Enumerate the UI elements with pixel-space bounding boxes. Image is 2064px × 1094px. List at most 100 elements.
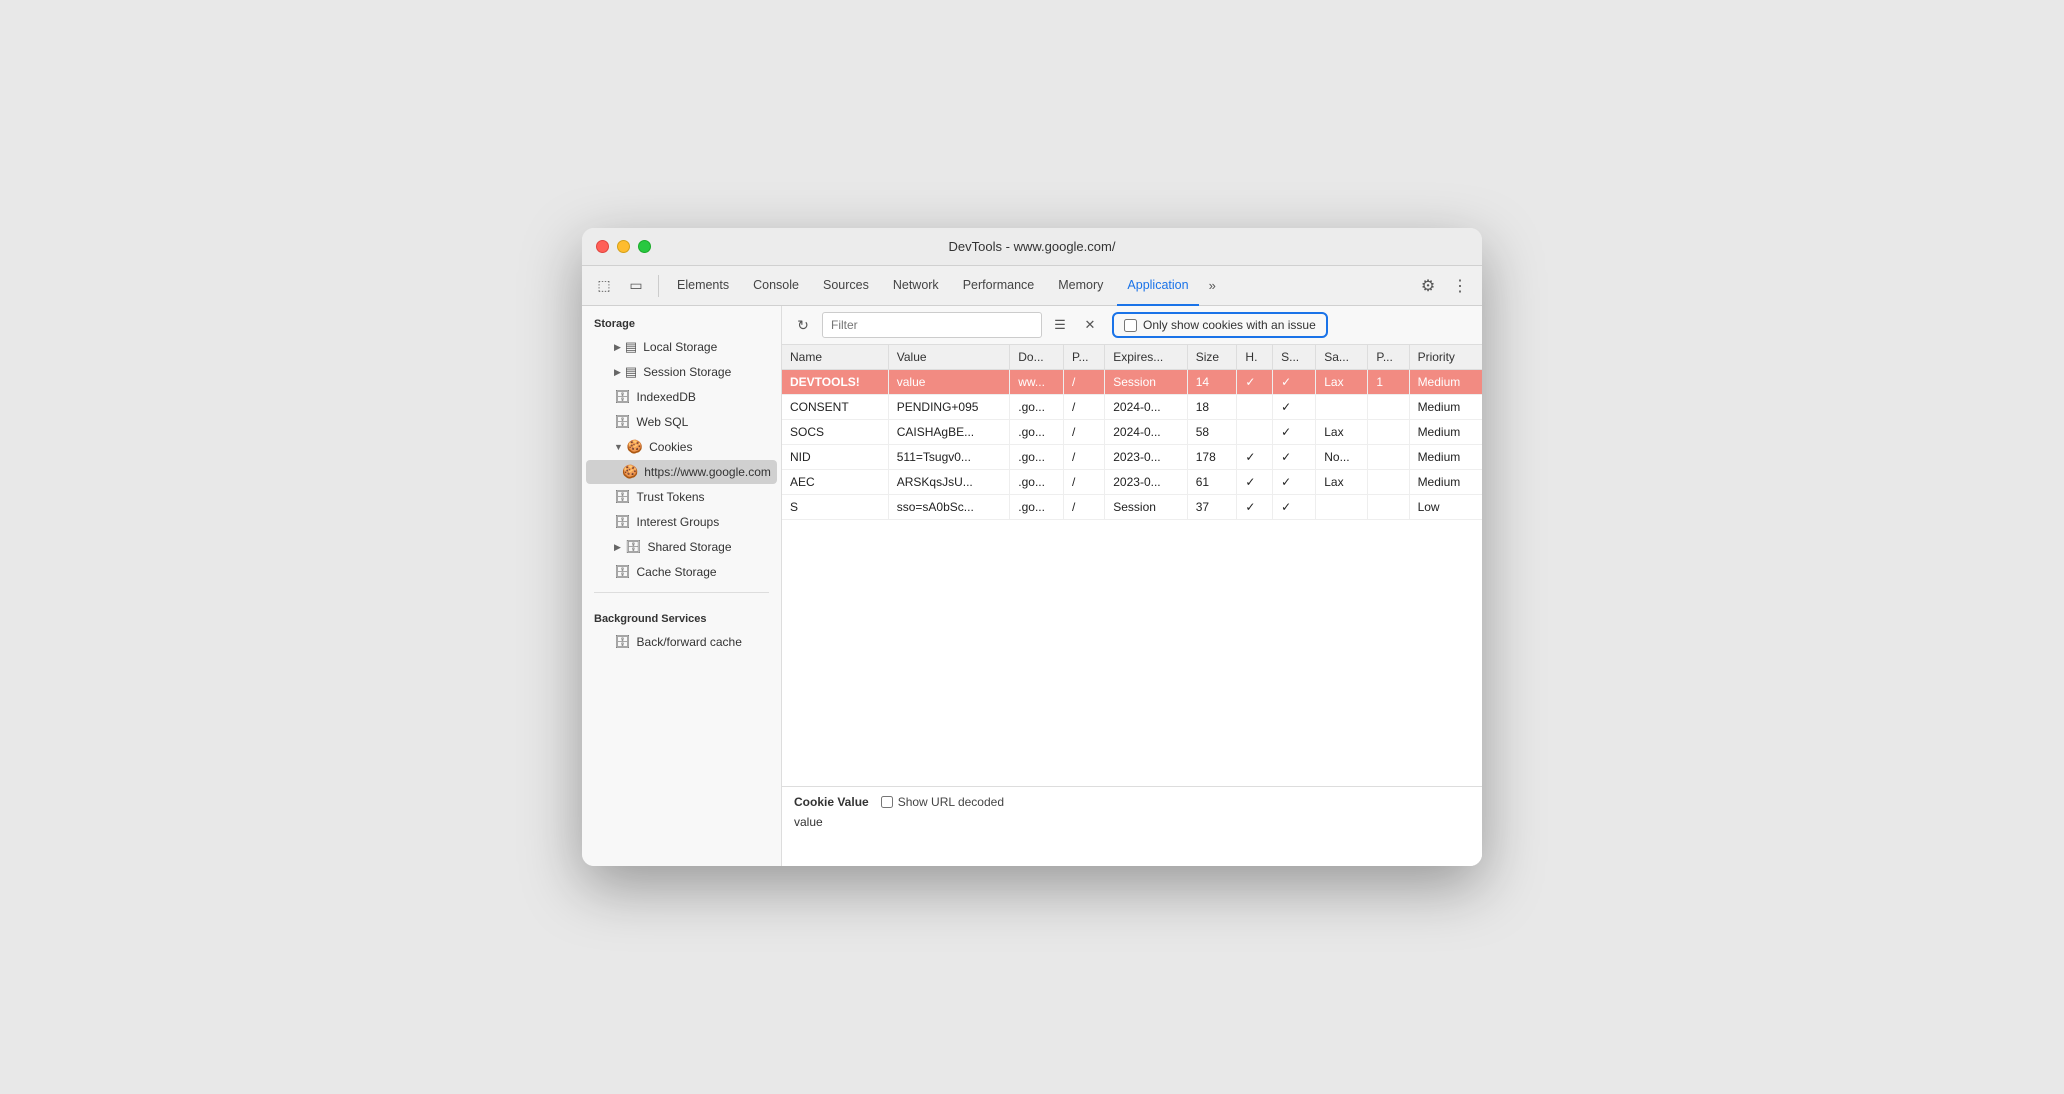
more-options-icon[interactable]: ⋮ — [1446, 272, 1474, 300]
table-row[interactable]: SOCSCAISHAgBE....go.../2024-0...58✓LaxMe… — [782, 420, 1482, 445]
sidebar-item-label: Web SQL — [637, 415, 689, 429]
table-cell: 58 — [1187, 420, 1237, 445]
table-cell — [1368, 420, 1409, 445]
table-cell: ✓ — [1273, 370, 1316, 395]
table-cell: Lax — [1316, 420, 1368, 445]
table-cell — [1316, 395, 1368, 420]
sidebar-item-google-cookies[interactable]: 🍪 https://www.google.com — [586, 460, 777, 484]
maximize-button[interactable] — [638, 240, 651, 253]
table-cell: DEVTOOLS! — [782, 370, 888, 395]
sidebar-item-indexeddb[interactable]: 🗄 IndexedDB — [586, 385, 777, 409]
table-cell: value — [888, 370, 1010, 395]
table-cell: 1 — [1368, 370, 1409, 395]
table-cell — [1316, 495, 1368, 520]
device-toggle-button[interactable]: ▭ — [622, 272, 650, 300]
db-icon: 🗄 — [614, 564, 631, 580]
sidebar-item-cache-storage[interactable]: 🗄 Cache Storage — [586, 560, 777, 584]
show-url-decoded-checkbox[interactable] — [881, 796, 893, 808]
arrow-expanded-icon: ▼ — [614, 442, 623, 452]
table-row[interactable]: Ssso=sA0bSc....go.../Session37✓✓Low — [782, 495, 1482, 520]
filter-input[interactable] — [822, 312, 1042, 338]
toolbar-divider — [658, 275, 659, 297]
col-secure[interactable]: S... — [1273, 345, 1316, 370]
table-cell: / — [1064, 420, 1105, 445]
table-cell: ✓ — [1273, 445, 1316, 470]
sidebar-item-shared-storage[interactable]: ▶ 🗄 Shared Storage — [586, 535, 777, 559]
filter-options-icon[interactable]: ☰ — [1048, 313, 1072, 337]
bg-services-label: Background Services — [582, 601, 781, 629]
table-cell: Lax — [1316, 470, 1368, 495]
table-cell: 178 — [1187, 445, 1237, 470]
tab-network[interactable]: Network — [883, 266, 949, 306]
db-icon: 🗄 — [614, 634, 631, 650]
only-issue-checkbox-input[interactable] — [1124, 319, 1137, 332]
sidebar-item-trust-tokens[interactable]: 🗄 Trust Tokens — [586, 485, 777, 509]
table-row[interactable]: CONSENTPENDING+095.go.../2024-0...18✓Med… — [782, 395, 1482, 420]
cookie-value-row: Cookie Value Show URL decoded — [794, 795, 1470, 809]
sidebar-item-web-sql[interactable]: 🗄 Web SQL — [586, 410, 777, 434]
table-cell: ✓ — [1237, 370, 1273, 395]
clear-filter-icon[interactable]: ✕ — [1078, 313, 1102, 337]
sidebar-item-label: Back/forward cache — [637, 635, 742, 649]
tab-memory[interactable]: Memory — [1048, 266, 1113, 306]
tab-console[interactable]: Console — [743, 266, 809, 306]
tab-application[interactable]: Application — [1117, 266, 1198, 306]
cookies-table: Name Value Do... P... Expires... Size H.… — [782, 345, 1482, 520]
table-cell: ✓ — [1273, 470, 1316, 495]
col-size[interactable]: Size — [1187, 345, 1237, 370]
table-cell: 2024-0... — [1105, 420, 1188, 445]
col-priority[interactable]: Priority — [1409, 345, 1482, 370]
sidebar-item-cookies[interactable]: ▼ 🍪 Cookies — [586, 435, 777, 459]
minimize-button[interactable] — [617, 240, 630, 253]
table-cell: / — [1064, 395, 1105, 420]
cookie-icon: 🍪 — [627, 439, 643, 455]
arrow-icon: ▶ — [614, 542, 621, 553]
table-cell: ✓ — [1237, 445, 1273, 470]
show-url-decoded-label[interactable]: Show URL decoded — [881, 795, 1004, 809]
table-row[interactable]: AECARSKqsJsU....go.../2023-0...61✓✓LaxMe… — [782, 470, 1482, 495]
table-cell: sso=sA0bSc... — [888, 495, 1010, 520]
sidebar-item-session-storage[interactable]: ▶ ▤ Session Storage — [586, 360, 777, 384]
sidebar: Storage ▶ ▤ Local Storage ▶ ▤ Session St… — [582, 306, 782, 866]
storage-section-label: Storage — [582, 306, 781, 334]
only-issue-checkbox-label[interactable]: Only show cookies with an issue — [1112, 312, 1328, 338]
table-cell — [1368, 470, 1409, 495]
table-cell: .go... — [1010, 395, 1064, 420]
table-cell: No... — [1316, 445, 1368, 470]
table-row[interactable]: DEVTOOLS!valueww.../Session14✓✓Lax1Mediu… — [782, 370, 1482, 395]
col-path[interactable]: P... — [1064, 345, 1105, 370]
table-cell: 61 — [1187, 470, 1237, 495]
col-name[interactable]: Name — [782, 345, 888, 370]
inspect-element-button[interactable]: ⬚ — [590, 272, 618, 300]
col-httponly[interactable]: H. — [1237, 345, 1273, 370]
table-cell: Medium — [1409, 470, 1482, 495]
table-header-row: Name Value Do... P... Expires... Size H.… — [782, 345, 1482, 370]
traffic-lights — [596, 240, 651, 253]
db-icon: 🗄 — [625, 539, 642, 555]
tab-performance[interactable]: Performance — [953, 266, 1045, 306]
bottom-panel: Cookie Value Show URL decoded value — [782, 786, 1482, 866]
table-cell: 2024-0... — [1105, 395, 1188, 420]
close-button[interactable] — [596, 240, 609, 253]
col-expires[interactable]: Expires... — [1105, 345, 1188, 370]
col-priority-num[interactable]: P... — [1368, 345, 1409, 370]
table-cell: ✓ — [1273, 395, 1316, 420]
tab-elements[interactable]: Elements — [667, 266, 739, 306]
arrow-icon: ▶ — [614, 342, 621, 353]
table-row[interactable]: NID511=Tsugv0....go.../2023-0...178✓✓No.… — [782, 445, 1482, 470]
refresh-button[interactable]: ↻ — [790, 312, 816, 338]
sidebar-item-label: Cookies — [649, 440, 692, 454]
table-cell: Session — [1105, 370, 1188, 395]
sidebar-item-local-storage[interactable]: ▶ ▤ Local Storage — [586, 335, 777, 359]
col-samesite[interactable]: Sa... — [1316, 345, 1368, 370]
titlebar: DevTools - www.google.com/ — [582, 228, 1482, 266]
table-cell: 2023-0... — [1105, 445, 1188, 470]
tab-sources[interactable]: Sources — [813, 266, 879, 306]
sidebar-item-back-forward-cache[interactable]: 🗄 Back/forward cache — [586, 630, 777, 654]
col-domain[interactable]: Do... — [1010, 345, 1064, 370]
more-tabs-button[interactable]: » — [1203, 278, 1222, 293]
col-value[interactable]: Value — [888, 345, 1010, 370]
sidebar-item-interest-groups[interactable]: 🗄 Interest Groups — [586, 510, 777, 534]
settings-icon[interactable]: ⚙ — [1414, 272, 1442, 300]
cookie-value-label: Cookie Value — [794, 795, 869, 809]
